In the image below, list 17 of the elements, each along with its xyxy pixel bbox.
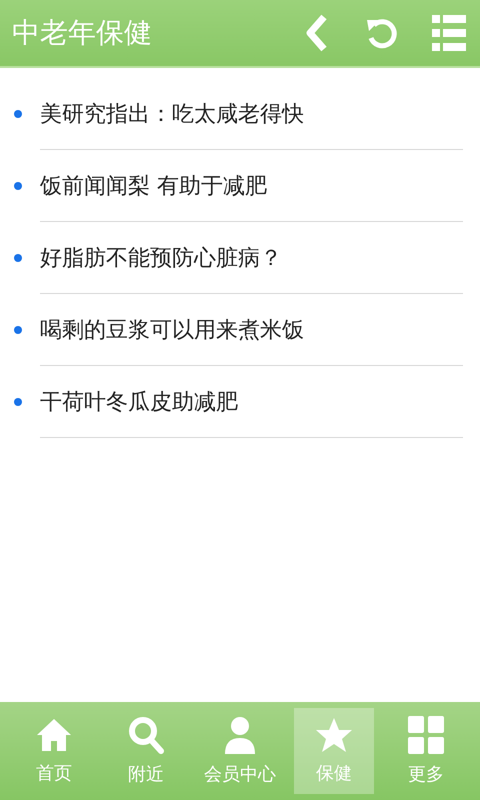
search-icon (128, 716, 164, 754)
list-menu-icon[interactable] (432, 15, 466, 51)
home-icon (36, 717, 72, 753)
bullet-icon (14, 110, 22, 118)
page-title: 中老年保健 (12, 15, 152, 51)
bullet-icon (14, 326, 22, 334)
person-icon (223, 716, 257, 754)
bullet-icon (14, 398, 22, 406)
article-link[interactable]: 好脂肪不能预防心脏病？ (40, 243, 282, 273)
article-link[interactable]: 饭前闻闻梨 有助于减肥 (40, 171, 267, 201)
grid-icon (408, 716, 444, 754)
article-link[interactable]: 美研究指出：吃太咸老得快 (40, 99, 304, 129)
bullet-icon (14, 182, 22, 190)
article-link[interactable]: 干荷叶冬瓜皮助减肥 (40, 387, 238, 417)
bullet-icon (14, 254, 22, 262)
star-icon (315, 717, 353, 753)
article-link[interactable]: 喝剩的豆浆可以用来煮米饭 (40, 315, 304, 345)
